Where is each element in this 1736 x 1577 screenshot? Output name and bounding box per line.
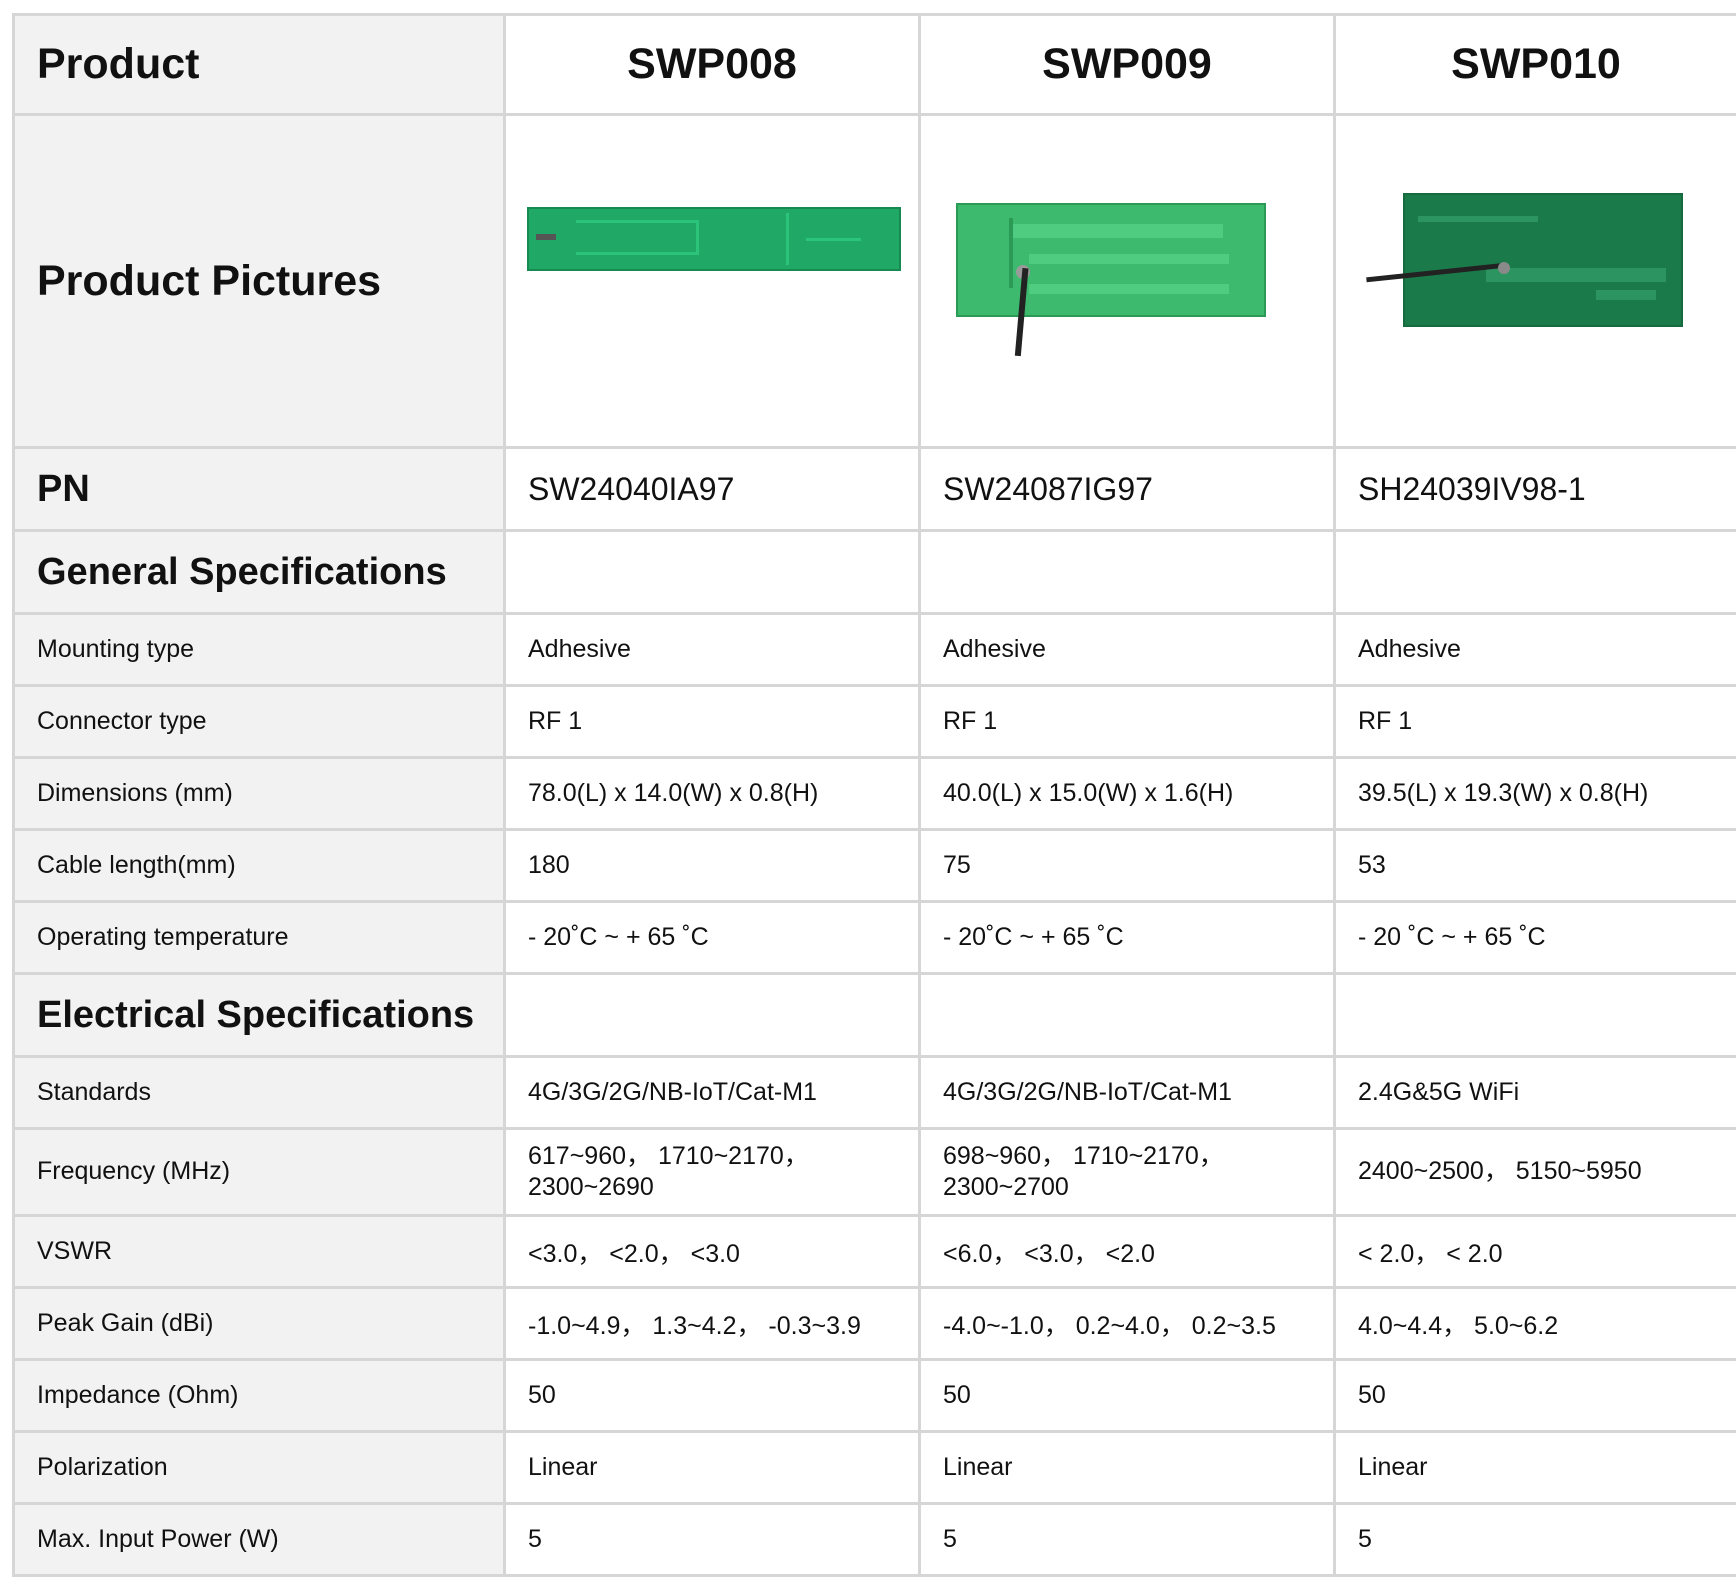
general-spec-row-label: Operating temperature: [14, 902, 505, 974]
general-spec-row-value: - 20˚C ~ + 65 ˚C: [920, 902, 1335, 974]
general-spec-row-label: Mounting type: [14, 614, 505, 686]
product-name-swp008: SWP008: [505, 15, 920, 115]
electrical-spec-row-value: < 2.0， < 2.0: [1335, 1216, 1736, 1288]
electrical-spec-row-value: 4G/3G/2G/NB-IoT/Cat-M1: [505, 1057, 920, 1129]
electrical-spec-row-value: Linear: [1335, 1432, 1736, 1504]
general-spec-row-value: - 20 ˚C ~ + 65 ˚C: [1335, 902, 1736, 974]
electrical-spec-row: Impedance (Ohm)505050: [14, 1360, 1736, 1432]
electrical-spec-row-value: Linear: [505, 1432, 920, 1504]
pn-label: PN: [14, 448, 505, 531]
electrical-spec-row-value: 698~960， 1710~2170， 2300~2700: [920, 1129, 1335, 1216]
electrical-spec-row: Max. Input Power (W)555: [14, 1504, 1736, 1576]
product-name-swp010: SWP010: [1335, 15, 1736, 115]
general-spec-row: Operating temperature- 20˚C ~ + 65 ˚C- 2…: [14, 902, 1736, 974]
product-header-label: Product: [14, 15, 505, 115]
electrical-spec-row: Frequency (MHz)617~960， 1710~2170， 2300~…: [14, 1129, 1736, 1216]
pn-row: PN SW24040IA97 SW24087IG97 SH24039IV98-1: [14, 448, 1736, 531]
general-spec-row-value: Adhesive: [1335, 614, 1736, 686]
electrical-spec-row-value: -1.0~4.9， 1.3~4.2， -0.3~3.9: [505, 1288, 920, 1360]
general-spec-row-value: 40.0(L) x 15.0(W) x 1.6(H): [920, 758, 1335, 830]
general-spec-row: Mounting typeAdhesiveAdhesiveAdhesive: [14, 614, 1736, 686]
electrical-spec-row-value: <6.0， <3.0， <2.0: [920, 1216, 1335, 1288]
antenna-swp009-image: [921, 118, 1330, 445]
general-spec-row-label: Connector type: [14, 686, 505, 758]
general-spec-row-label: Cable length(mm): [14, 830, 505, 902]
electrical-spec-row: PolarizationLinearLinearLinear: [14, 1432, 1736, 1504]
electrical-spec-row-value: 4G/3G/2G/NB-IoT/Cat-M1: [920, 1057, 1335, 1129]
header-row: Product SWP008 SWP009 SWP010: [14, 15, 1736, 115]
electrical-spec-row-value: 50: [505, 1360, 920, 1432]
product-pictures-label: Product Pictures: [14, 115, 505, 448]
general-spec-row-value: 180: [505, 830, 920, 902]
antenna-swp008-image: [506, 118, 915, 445]
product-name-swp009: SWP009: [920, 15, 1335, 115]
general-spec-row-label: Dimensions (mm): [14, 758, 505, 830]
electrical-spec-row-value: 5: [920, 1504, 1335, 1576]
electrical-spec-row-label: Max. Input Power (W): [14, 1504, 505, 1576]
pn-value-swp008: SW24040IA97: [505, 448, 920, 531]
general-spec-row-value: RF 1: [920, 686, 1335, 758]
electrical-spec-row-label: Impedance (Ohm): [14, 1360, 505, 1432]
electrical-spec-row-value: <3.0， <2.0， <3.0: [505, 1216, 920, 1288]
product-picture-swp008: [505, 115, 920, 448]
electrical-spec-row-value: 50: [1335, 1360, 1736, 1432]
general-spec-row-value: 75: [920, 830, 1335, 902]
electrical-spec-row-value: 2.4G&5G WiFi: [1335, 1057, 1736, 1129]
spec-table: Product SWP008 SWP009 SWP010 Product Pic…: [12, 13, 1736, 1577]
electrical-spec-row-value: -4.0~-1.0， 0.2~4.0， 0.2~3.5: [920, 1288, 1335, 1360]
general-section-row: General Specifications: [14, 531, 1736, 614]
general-spec-row-value: 53: [1335, 830, 1736, 902]
pn-value-swp009: SW24087IG97: [920, 448, 1335, 531]
electrical-spec-row: Standards4G/3G/2G/NB-IoT/Cat-M14G/3G/2G/…: [14, 1057, 1736, 1129]
electrical-spec-row-value: 50: [920, 1360, 1335, 1432]
electrical-spec-row: Peak Gain (dBi)-1.0~4.9， 1.3~4.2， -0.3~3…: [14, 1288, 1736, 1360]
general-spec-row-value: RF 1: [1335, 686, 1736, 758]
general-spec-row: Cable length(mm)1807553: [14, 830, 1736, 902]
general-spec-row-value: 78.0(L) x 14.0(W) x 0.8(H): [505, 758, 920, 830]
antenna-swp010-image: [1336, 118, 1733, 445]
electrical-spec-row-value: 617~960， 1710~2170， 2300~2690: [505, 1129, 920, 1216]
general-spec-row: Dimensions (mm)78.0(L) x 14.0(W) x 0.8(H…: [14, 758, 1736, 830]
electrical-section-heading: Electrical Specifications: [14, 974, 505, 1057]
general-spec-row-value: Adhesive: [920, 614, 1335, 686]
electrical-section-row: Electrical Specifications: [14, 974, 1736, 1057]
general-spec-row-value: 39.5(L) x 19.3(W) x 0.8(H): [1335, 758, 1736, 830]
electrical-spec-row-value: 5: [505, 1504, 920, 1576]
pn-value-swp010: SH24039IV98-1: [1335, 448, 1736, 531]
electrical-spec-row-label: VSWR: [14, 1216, 505, 1288]
general-spec-row-value: RF 1: [505, 686, 920, 758]
general-specs: Mounting typeAdhesiveAdhesiveAdhesiveCon…: [14, 614, 1736, 974]
electrical-spec-row-value: 2400~2500， 5150~5950: [1335, 1129, 1736, 1216]
general-spec-row: Connector typeRF 1RF 1RF 1: [14, 686, 1736, 758]
pictures-row: Product Pictures: [14, 115, 1736, 448]
general-section-heading: General Specifications: [14, 531, 505, 614]
electrical-spec-row-label: Frequency (MHz): [14, 1129, 505, 1216]
electrical-spec-row: VSWR<3.0， <2.0， <3.0<6.0， <3.0， <2.0< 2.…: [14, 1216, 1736, 1288]
electrical-spec-row-label: Polarization: [14, 1432, 505, 1504]
product-picture-swp010: [1335, 115, 1736, 448]
electrical-spec-row-label: Peak Gain (dBi): [14, 1288, 505, 1360]
electrical-spec-row-label: Standards: [14, 1057, 505, 1129]
general-spec-row-value: Adhesive: [505, 614, 920, 686]
product-picture-swp009: [920, 115, 1335, 448]
electrical-spec-row-value: 4.0~4.4， 5.0~6.2: [1335, 1288, 1736, 1360]
general-spec-row-value: - 20˚C ~ + 65 ˚C: [505, 902, 920, 974]
electrical-spec-row-value: 5: [1335, 1504, 1736, 1576]
electrical-specs: Standards4G/3G/2G/NB-IoT/Cat-M14G/3G/2G/…: [14, 1057, 1736, 1576]
electrical-spec-row-value: Linear: [920, 1432, 1335, 1504]
